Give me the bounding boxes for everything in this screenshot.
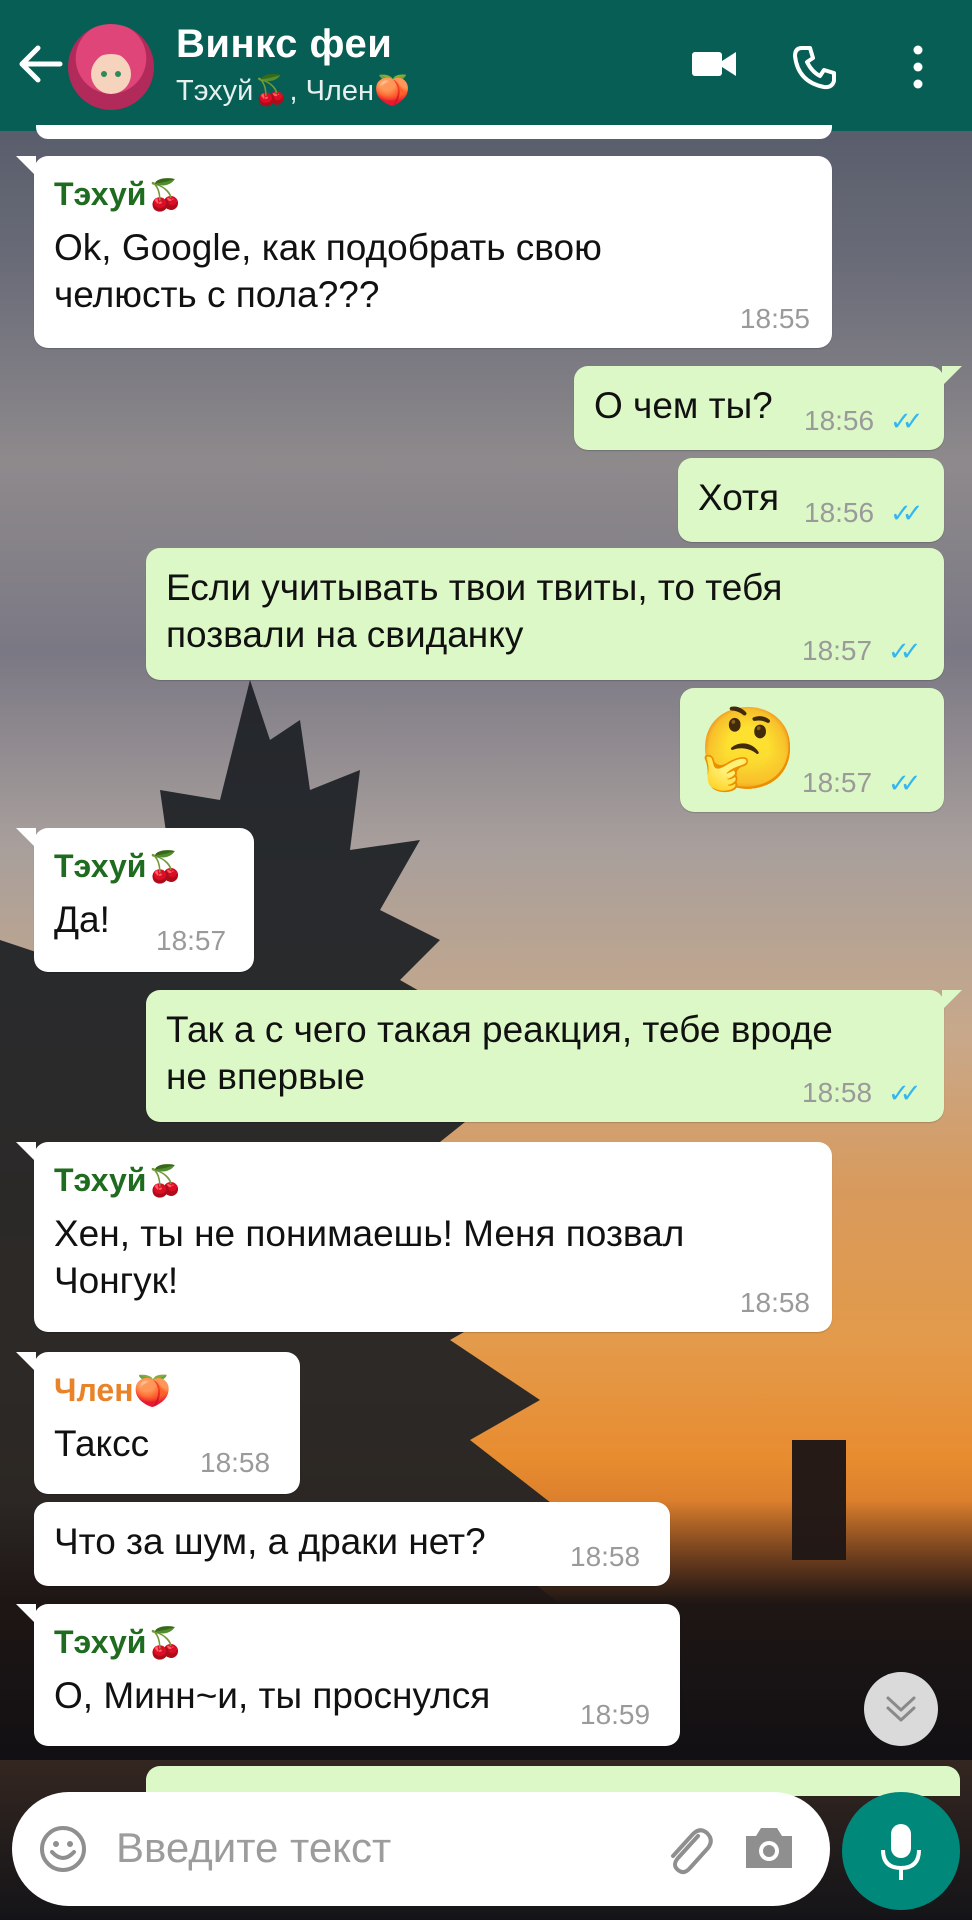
message-time: 18:58 xyxy=(739,1287,810,1318)
message-incoming[interactable]: Тэхуй🍒 Ok, Google, как подобрать свою че… xyxy=(16,156,832,348)
message-text: Так а с чего такая реакция, тебе вроде н… xyxy=(166,1009,833,1097)
attach-icon[interactable] xyxy=(658,1818,718,1878)
message-time: 18:57 xyxy=(802,635,873,666)
message-incoming[interactable]: Тэхуй🍒 О, Минн~и, ты проснулся 18:59 xyxy=(16,1604,680,1746)
chat-title[interactable]: Винкс феи xyxy=(176,22,392,67)
back-arrow-icon[interactable] xyxy=(16,44,64,84)
message-text: О, Минн~и, ты проснулся xyxy=(54,1675,491,1716)
message-incoming[interactable]: Член🍑 Таксс 18:58 xyxy=(16,1352,300,1494)
message-incoming[interactable]: Тэхуй🍒 Да! 18:57 xyxy=(16,828,254,972)
mic-button[interactable] xyxy=(842,1792,960,1910)
camera-icon[interactable] xyxy=(740,1820,798,1876)
message-text: Хен, ты не понимаешь! Меня позвал Чонгук… xyxy=(54,1213,685,1301)
message-time: 18:58 xyxy=(802,1077,873,1108)
more-icon[interactable] xyxy=(906,44,930,90)
message-text: Если учитывать твои твиты, то тебя позва… xyxy=(166,567,783,655)
phone-icon[interactable] xyxy=(792,44,838,90)
message-text: Хотя xyxy=(698,477,780,518)
read-ticks-icon: ✓✓ xyxy=(890,498,923,528)
message-incoming[interactable]: Что за шум, а драки нет? 18:58 xyxy=(34,1502,670,1586)
message-time: 18:57 xyxy=(802,767,873,798)
message-outgoing[interactable]: О чем ты? 18:56 ✓✓ xyxy=(574,366,962,450)
emoji-icon[interactable] xyxy=(38,1824,88,1874)
scroll-down-button[interactable] xyxy=(864,1672,938,1746)
message-time: 18:55 xyxy=(739,303,810,334)
message-outgoing[interactable]: Так а с чего такая реакция, тебе вроде н… xyxy=(146,990,962,1122)
sender-name: Тэхуй🍒 xyxy=(54,176,184,212)
message-time: 18:56 xyxy=(804,405,875,436)
chat-participants[interactable]: Тэхуй🍒, Член🍑 xyxy=(176,74,410,108)
avatar[interactable] xyxy=(68,24,154,110)
mic-icon xyxy=(881,1824,921,1880)
message-time: 18:58 xyxy=(200,1447,271,1478)
message-time: 18:59 xyxy=(580,1699,651,1730)
message-outgoing[interactable]: 🤔 18:57 ✓✓ xyxy=(680,688,944,812)
message-text: О чем ты? xyxy=(594,385,773,426)
sender-name: Тэхуй🍒 xyxy=(54,848,184,884)
sender-name: Член🍑 xyxy=(54,1372,171,1408)
message-outgoing[interactable]: Если учитывать твои твиты, то тебя позва… xyxy=(146,548,944,680)
read-ticks-icon: ✓✓ xyxy=(890,406,923,436)
message-input[interactable]: Введите текст xyxy=(12,1792,830,1906)
message-text: Таксс xyxy=(54,1423,150,1464)
sender-name: Тэхуй🍒 xyxy=(54,1624,184,1660)
read-ticks-icon: ✓✓ xyxy=(888,636,921,666)
message-time: 18:56 xyxy=(804,497,875,528)
thinking-face-emoji: 🤔 xyxy=(698,704,798,793)
message-text: Ok, Google, как подобрать свою челюсть с… xyxy=(54,227,602,315)
read-ticks-icon: ✓✓ xyxy=(888,768,921,798)
message-incoming[interactable]: Тэхуй🍒 Хен, ты не понимаешь! Меня позвал… xyxy=(16,1142,832,1332)
sender-name: Тэхуй🍒 xyxy=(54,1162,184,1198)
chat-header: Винкс феи Тэхуй🍒, Член🍑 xyxy=(0,0,972,131)
video-call-icon[interactable] xyxy=(690,44,738,84)
message-text: Что за шум, а драки нет? xyxy=(54,1521,486,1562)
read-ticks-icon: ✓✓ xyxy=(888,1078,921,1108)
message-time: 18:57 xyxy=(156,925,227,956)
message-outgoing[interactable]: Хотя 18:56 ✓✓ xyxy=(678,458,944,542)
previous-message-edge xyxy=(36,125,832,139)
scroll-down-icon xyxy=(886,1696,916,1722)
message-time: 18:58 xyxy=(570,1541,641,1572)
message-input-placeholder: Введите текст xyxy=(116,1824,392,1871)
